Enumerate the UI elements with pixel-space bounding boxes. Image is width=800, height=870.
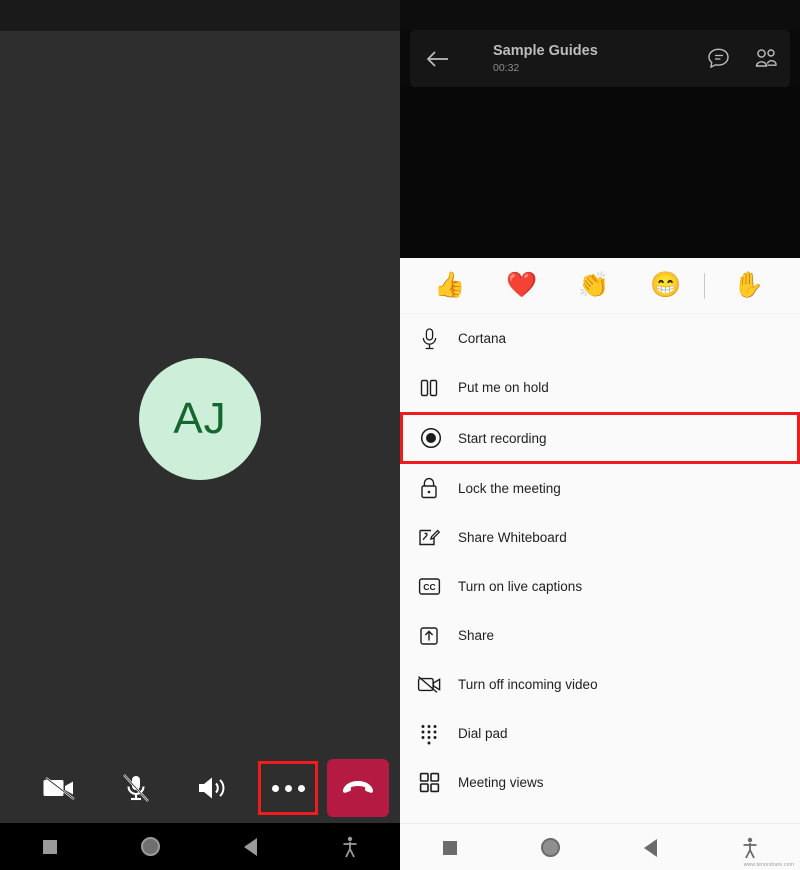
arrow-left-icon [426,50,448,67]
video-off-icon [43,777,75,800]
avatar-initials: AJ [173,394,227,443]
pause-icon [400,378,458,398]
closed-captions-icon: CC [400,577,458,596]
menu-item-lock-the-meeting[interactable]: Lock the meeting [400,464,800,513]
left-status-bar [0,0,400,31]
back-nav-button[interactable] [410,30,466,87]
menu-item-label: Put me on hold [458,380,549,395]
square-icon [43,839,57,854]
chat-bubble-icon [707,48,729,69]
lock-icon [400,477,458,500]
accessibility-button[interactable] [300,836,400,858]
chat-button[interactable] [694,30,742,87]
screenshot-root: AJ Sample Guides 00:32 👍 ❤️ 👏 😁 ✋ Cortan… [0,0,800,870]
menu-item-turn-on-live-captions[interactable]: CC Turn on live captions [400,562,800,611]
right-phone-screen: Sample Guides 00:32 👍 ❤️ 👏 😁 ✋ Cortana P… [400,0,800,870]
microphone-icon [400,327,458,351]
left-phone-screen: AJ [0,0,400,870]
avatar: AJ [139,358,261,480]
menu-item-label: Lock the meeting [458,481,561,496]
call-timer: 00:32 [493,62,520,74]
menu-item-cortana[interactable]: Cortana [400,314,800,363]
share-up-arrow-icon [400,626,458,646]
people-icon [755,48,777,67]
accessibility-icon [343,836,357,857]
home-button[interactable] [500,838,600,857]
hang-up-button[interactable] [327,759,389,817]
menu-item-label: Turn on live captions [458,579,583,594]
speaker-button[interactable] [182,761,242,815]
reactions-bar: 👍 ❤️ 👏 😁 ✋ [400,258,800,314]
circle-icon [140,837,160,856]
reaction-raise-hand[interactable]: ✋ [713,273,785,298]
menu-item-label: Start recording [458,430,547,446]
circle-icon [540,838,560,857]
more-dots-icon [271,784,305,792]
menu-item-label: Share [458,628,495,643]
record-icon [403,427,458,449]
more-options-button[interactable] [258,761,318,815]
dial-pad-icon [400,723,458,745]
mic-off-icon [123,774,149,802]
menu-item-put-me-on-hold[interactable]: Put me on hold [400,363,800,412]
raised-hand-emoji: ✋ [733,271,765,299]
menu-item-dial-pad[interactable]: Dial pad [400,709,800,758]
mic-mute-button[interactable] [106,761,166,815]
right-call-video-stage [400,87,800,258]
back-button[interactable] [200,837,300,856]
camera-off-button[interactable] [30,761,90,815]
thumbs-up-emoji: 👍 [434,271,466,299]
call-control-bar [0,753,400,823]
grinning-face-emoji: 😁 [650,271,682,299]
menu-item-label: Share Whiteboard [458,530,567,545]
call-header-bar: Sample Guides 00:32 [410,30,790,87]
menu-item-meeting-views[interactable]: Meeting views [400,758,800,807]
menu-item-label: Meeting views [458,775,544,790]
more-options-sheet: 👍 ❤️ 👏 😁 ✋ Cortana Put me on hold Start … [400,258,800,823]
menu-item-label: Cortana [458,331,507,346]
menu-item-share-whiteboard[interactable]: Share Whiteboard [400,513,800,562]
call-title-block: Sample Guides 00:32 [466,42,694,75]
right-system-navigation-bar: www.tenorshare.com [400,823,800,870]
back-button[interactable] [600,838,700,857]
right-status-bar [400,0,800,30]
accessibility-icon [743,837,757,858]
hangup-icon [342,781,374,793]
call-video-stage: AJ [0,31,400,753]
reaction-laugh[interactable]: 😁 [630,273,702,298]
recents-button[interactable] [400,840,500,855]
whiteboard-icon [400,527,458,548]
watermark-text: www.tenorshare.com [743,862,794,868]
clapping-hands-emoji: 👏 [578,271,610,299]
left-system-navigation-bar [0,823,400,870]
accessibility-button[interactable] [700,837,800,859]
reaction-applause[interactable]: 👏 [558,273,630,298]
triangle-back-icon [243,837,257,856]
options-menu-list: Cortana Put me on hold Start recording L… [400,314,800,807]
heart-emoji: ❤️ [506,271,538,299]
menu-item-share[interactable]: Share [400,611,800,660]
participants-button[interactable] [742,30,790,87]
home-button[interactable] [100,837,200,856]
call-title: Sample Guides [493,43,598,59]
menu-item-label: Turn off incoming video [458,677,598,692]
recents-button[interactable] [0,839,100,854]
square-icon [443,840,457,855]
menu-item-turn-off-incoming-video[interactable]: Turn off incoming video [400,660,800,709]
reaction-heart[interactable]: ❤️ [486,273,558,298]
speaker-icon [199,777,225,799]
video-off-icon [400,675,458,694]
menu-item-label: Dial pad [458,726,508,741]
reactions-divider [704,272,705,299]
svg-text:CC: CC [423,582,435,592]
menu-item-start-recording[interactable]: Start recording [400,412,800,464]
reaction-thumbs-up[interactable]: 👍 [414,273,486,298]
triangle-back-icon [643,838,657,857]
grid-views-icon [400,772,458,793]
